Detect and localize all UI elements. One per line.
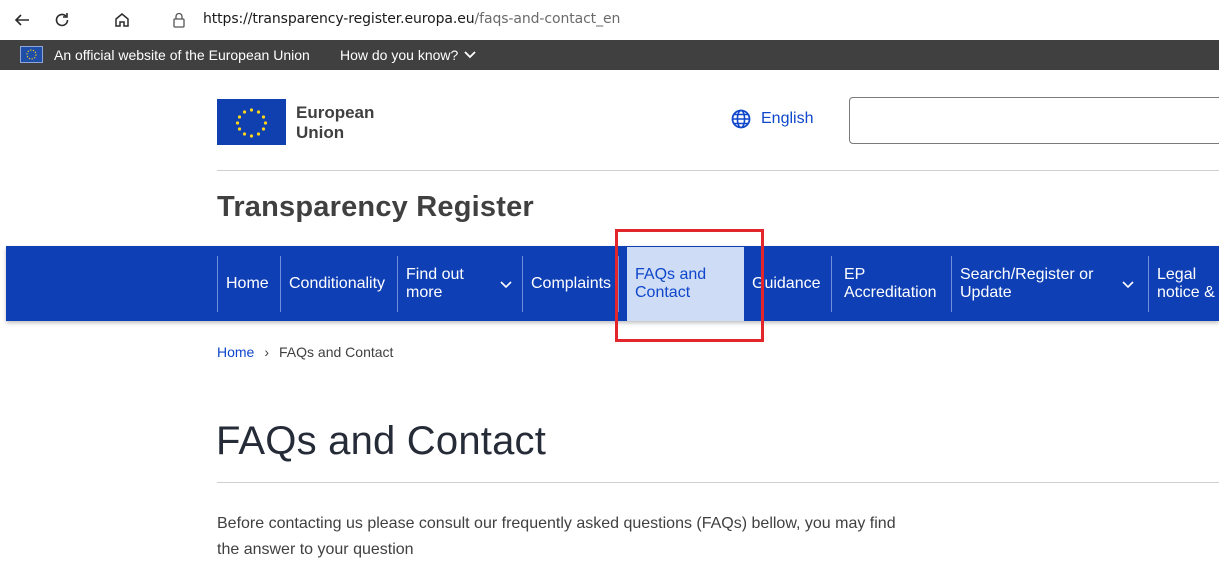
nav-item-ep-accreditation-label: EP Accreditation	[844, 266, 937, 301]
chevron-down-icon[interactable]	[1122, 276, 1134, 292]
nav-item-legal-notice-label: Legal notice & data protection	[1157, 266, 1215, 301]
breadcrumb: Home › FAQs and Contact	[217, 344, 393, 360]
nav-separator	[831, 256, 832, 312]
nav-item-find-out-more-label: Find out more	[406, 266, 464, 301]
how-do-you-know-label: How do you know?	[340, 47, 459, 63]
breadcrumb-separator: ›	[264, 344, 270, 360]
nav-item-ep-accreditation[interactable]: EP Accreditation	[836, 256, 949, 312]
search-input[interactable]	[849, 97, 1219, 144]
nav-item-legal-notice[interactable]: Legal notice & data protection	[1149, 256, 1219, 312]
globe-icon	[731, 109, 751, 129]
nav-item-conditionality[interactable]: Conditionality	[281, 256, 396, 312]
logo-line-2: Union	[296, 123, 345, 142]
annotation-highlight-box	[615, 229, 764, 342]
official-banner-text: An official website of the European Unio…	[54, 47, 310, 63]
nav-item-search-register[interactable]: Search/Register or Update	[952, 256, 1112, 312]
header-divider	[217, 170, 1219, 171]
site-info-icon[interactable]	[170, 11, 188, 29]
nav-item-complaints[interactable]: Complaints	[523, 256, 617, 312]
content-divider	[217, 482, 1219, 483]
language-label: English	[761, 110, 814, 127]
back-icon[interactable]	[10, 8, 34, 32]
nav-item-home[interactable]: Home	[218, 256, 280, 312]
language-selector[interactable]: English	[731, 109, 813, 129]
eu-logo-text[interactable]: European Union	[296, 103, 374, 143]
nav-item-find-out-more[interactable]: Find out more	[398, 256, 488, 312]
logo-line-1: European	[296, 103, 375, 122]
intro-paragraph: Before contacting us please consult our …	[217, 515, 896, 558]
how-do-you-know-toggle[interactable]: How do you know?	[340, 47, 476, 63]
eu-logo[interactable]	[217, 99, 286, 145]
url-host: https://transparency-register.europa.eu	[203, 11, 475, 27]
url-path: /faqs-and-contact_en	[474, 11, 621, 27]
chevron-down-icon	[464, 51, 476, 59]
chevron-down-icon[interactable]	[500, 276, 512, 292]
nav-item-search-register-label: Search/Register or Update	[960, 266, 1094, 301]
home-icon[interactable]	[110, 8, 134, 32]
reload-icon[interactable]	[50, 8, 74, 32]
page-title: FAQs and Contact	[216, 419, 547, 463]
breadcrumb-home-link[interactable]: Home	[217, 344, 254, 360]
breadcrumb-current: FAQs and Contact	[279, 344, 394, 360]
address-bar[interactable]: https://transparency-register.europa.eu/…	[203, 11, 620, 27]
eu-flag-icon	[20, 46, 43, 63]
site-title[interactable]: Transparency Register	[217, 191, 534, 224]
